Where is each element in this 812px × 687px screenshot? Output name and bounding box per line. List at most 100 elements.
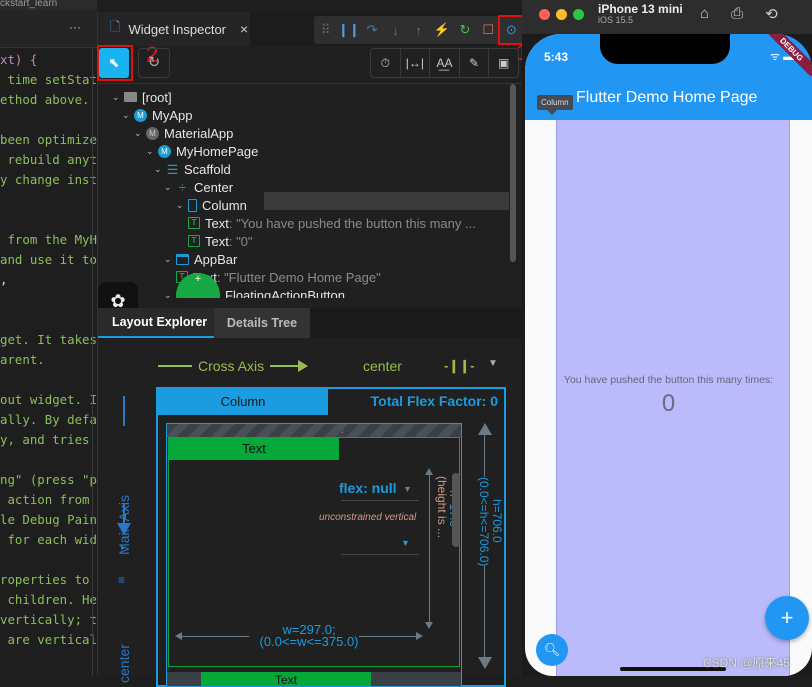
editor-more-button[interactable]: ···	[69, 20, 81, 34]
tree-node-label: MyHomePage	[176, 143, 259, 159]
code-line: from the MyH	[0, 232, 97, 247]
arrow-left-icon	[175, 632, 182, 640]
cross-axis-label: Cross Axis	[158, 358, 309, 374]
hot-restart-icon[interactable]: ↻	[453, 22, 476, 38]
chevron-down-icon[interactable]: ⌄	[146, 146, 158, 157]
chevron-down-icon[interactable]: ⌄	[176, 200, 188, 211]
code-line: action from	[0, 492, 97, 507]
editor-tab-bar	[0, 10, 97, 48]
close-icon[interactable]: ×	[240, 21, 248, 37]
outer-arrow-up-icon	[478, 423, 492, 435]
code-line: are vertical	[0, 632, 97, 647]
fit-dropdown-icon[interactable]: ▼	[401, 538, 410, 548]
tree-node[interactable]: ⌄ Column	[176, 196, 247, 214]
guidelines-icon[interactable]: |↔|	[401, 49, 431, 77]
screenshot-icon[interactable]: ⎙	[731, 5, 743, 23]
text-child-label: Text	[169, 438, 339, 460]
tab-widget-inspector[interactable]: 🗋 Widget Inspector ×	[98, 12, 250, 46]
os-version: iOS 15.5	[598, 15, 634, 25]
pause-icon[interactable]: ❙❙	[337, 22, 360, 38]
tree-node-label: FloatingActionButton	[225, 287, 345, 299]
layout-scrollbar[interactable]	[452, 473, 460, 547]
home-icon[interactable]: ⌂	[700, 5, 709, 23]
code-lines[interactable]: xt) { time setStat ethod above. been optim…	[0, 50, 97, 650]
height-arrow-down-icon	[425, 622, 433, 629]
chevron-down-icon[interactable]: ⌄	[164, 290, 176, 299]
tree-node[interactable]: ⌄ M MaterialApp	[134, 124, 233, 142]
tree-node[interactable]: ⌄ AppBar	[164, 250, 237, 268]
tree-node-label: [root]	[142, 89, 172, 105]
tree-node[interactable]: ⌄ M MyApp	[122, 106, 192, 124]
tree-node[interactable]: ⌄ ÷ Center	[164, 178, 233, 196]
height-arrow-line	[429, 473, 430, 623]
tree-node-label: Column	[202, 197, 247, 213]
column-tooltip: Column	[537, 95, 573, 115]
repaint-rainbow-icon[interactable]: ✎	[460, 49, 490, 77]
step-over-icon[interactable]: ↷	[360, 22, 383, 38]
refresh-tree-button[interactable]: ↻	[138, 48, 170, 78]
chevron-down-icon[interactable]: ⌄	[154, 164, 166, 175]
cross-axis-center-icon: -❙❙-	[444, 358, 475, 373]
width-constraint: (0.0<=w<=375.0)	[259, 634, 359, 649]
text-child-box[interactable]: Text flex: null ▼ unconstrained vertical…	[168, 437, 461, 667]
flex-value[interactable]: flex: null	[339, 480, 397, 496]
main-axis-dropdown-icon[interactable]: ▸	[121, 543, 125, 552]
rotate-icon[interactable]: ⟲	[765, 5, 778, 23]
tree-node[interactable]: ⌄ M MyHomePage	[146, 142, 258, 160]
tab-layout-explorer[interactable]: Layout Explorer	[98, 308, 214, 338]
tree-node-detail: : "Flutter Demo Home Page"	[216, 269, 381, 285]
chevron-down-icon[interactable]: ⌄	[112, 92, 124, 103]
widget-inspector-panel: 🗋 Widget Inspector × ⠿ ❙❙ ↷ ↓ ↑ ⚡ ↻ ☐ ⊙ …	[97, 12, 528, 687]
cross-axis-text: Cross Axis	[198, 358, 265, 374]
arrow-right-icon	[270, 360, 309, 372]
minimize-window-button[interactable]	[556, 9, 567, 20]
tree-node-label: AppBar	[194, 251, 238, 267]
unconstrained-label: unconstrained vertical	[319, 512, 417, 523]
column-layout-box: Column Total Flex Factor: 0 ↓ Text flex:…	[156, 387, 506, 687]
tree-node[interactable]: T Text: "You have pushed the button this …	[188, 214, 476, 232]
chevron-down-icon[interactable]: ⌄	[164, 254, 176, 265]
increment-fab[interactable]: +	[765, 596, 809, 640]
width-label: w=297.0; (0.0<=w<=375.0)	[239, 623, 379, 649]
folder-icon	[124, 92, 137, 102]
code-line: get. It takes	[0, 332, 97, 347]
stop-icon[interactable]: ☐	[477, 22, 500, 38]
arrow-down-small-icon: ↓	[340, 425, 345, 435]
step-into-icon[interactable]: ↓	[384, 23, 407, 38]
slow-animations-icon[interactable]: ⏱	[371, 49, 401, 77]
tree-node[interactable]: ⌄ ☰ Scaffold	[154, 160, 231, 178]
chevron-down-icon[interactable]: ⌄	[134, 128, 146, 139]
cross-axis-alignment-value[interactable]: center	[363, 358, 402, 374]
code-editor[interactable]: ckstart_learn ··· xt) { time setStat etho…	[0, 0, 97, 676]
step-out-icon[interactable]: ↑	[407, 23, 430, 38]
close-window-button[interactable]	[539, 9, 550, 20]
widget-tree[interactable]: ⌄ [root] ⌄ M MyApp ⌄ M MaterialApp ⌄ M MyHomePage ⌄…	[98, 84, 523, 298]
tab-label: Widget Inspector	[128, 21, 226, 37]
text-child-2-label[interactable]: Text	[201, 672, 371, 686]
cross-axis-dropdown-icon[interactable]: ▼	[488, 358, 498, 369]
tree-node[interactable]: ⌄ [root]	[112, 88, 172, 106]
phone-screen[interactable]: 5:43 ᯤ ▬ DEBUG Flutter Demo Home Page Co…	[525, 34, 812, 676]
main-axis-line-bottom	[123, 503, 125, 525]
invert-images-icon[interactable]: ▣	[489, 49, 518, 77]
tree-node[interactable]: ⌄ + FloatingActionButton	[164, 273, 345, 299]
grip-icon[interactable]: ⠿	[314, 22, 337, 38]
inspector-search-button[interactable]: 🔍︎	[536, 634, 568, 666]
maximize-window-button[interactable]	[573, 9, 584, 20]
chevron-down-icon[interactable]: ⌄	[122, 110, 134, 121]
flex-dropdown-icon[interactable]: ▼	[403, 484, 412, 494]
editor-title: ckstart_learn	[0, 0, 97, 10]
hot-reload-icon[interactable]: ⚡	[430, 22, 453, 38]
tree-scrollbar[interactable]	[510, 84, 516, 262]
tree-node[interactable]: T Text: "0"	[188, 232, 253, 250]
tree-node-label: Center	[194, 179, 234, 195]
main-axis-alignment-value[interactable]: center	[116, 644, 132, 683]
counter-value: 0	[661, 390, 676, 417]
tab-details-tree[interactable]: Details Tree	[214, 308, 310, 338]
chevron-down-icon[interactable]: ⌄	[164, 182, 176, 193]
refresh-icon: ↻	[147, 54, 161, 71]
baselines-icon[interactable]: A͟A	[430, 49, 460, 77]
